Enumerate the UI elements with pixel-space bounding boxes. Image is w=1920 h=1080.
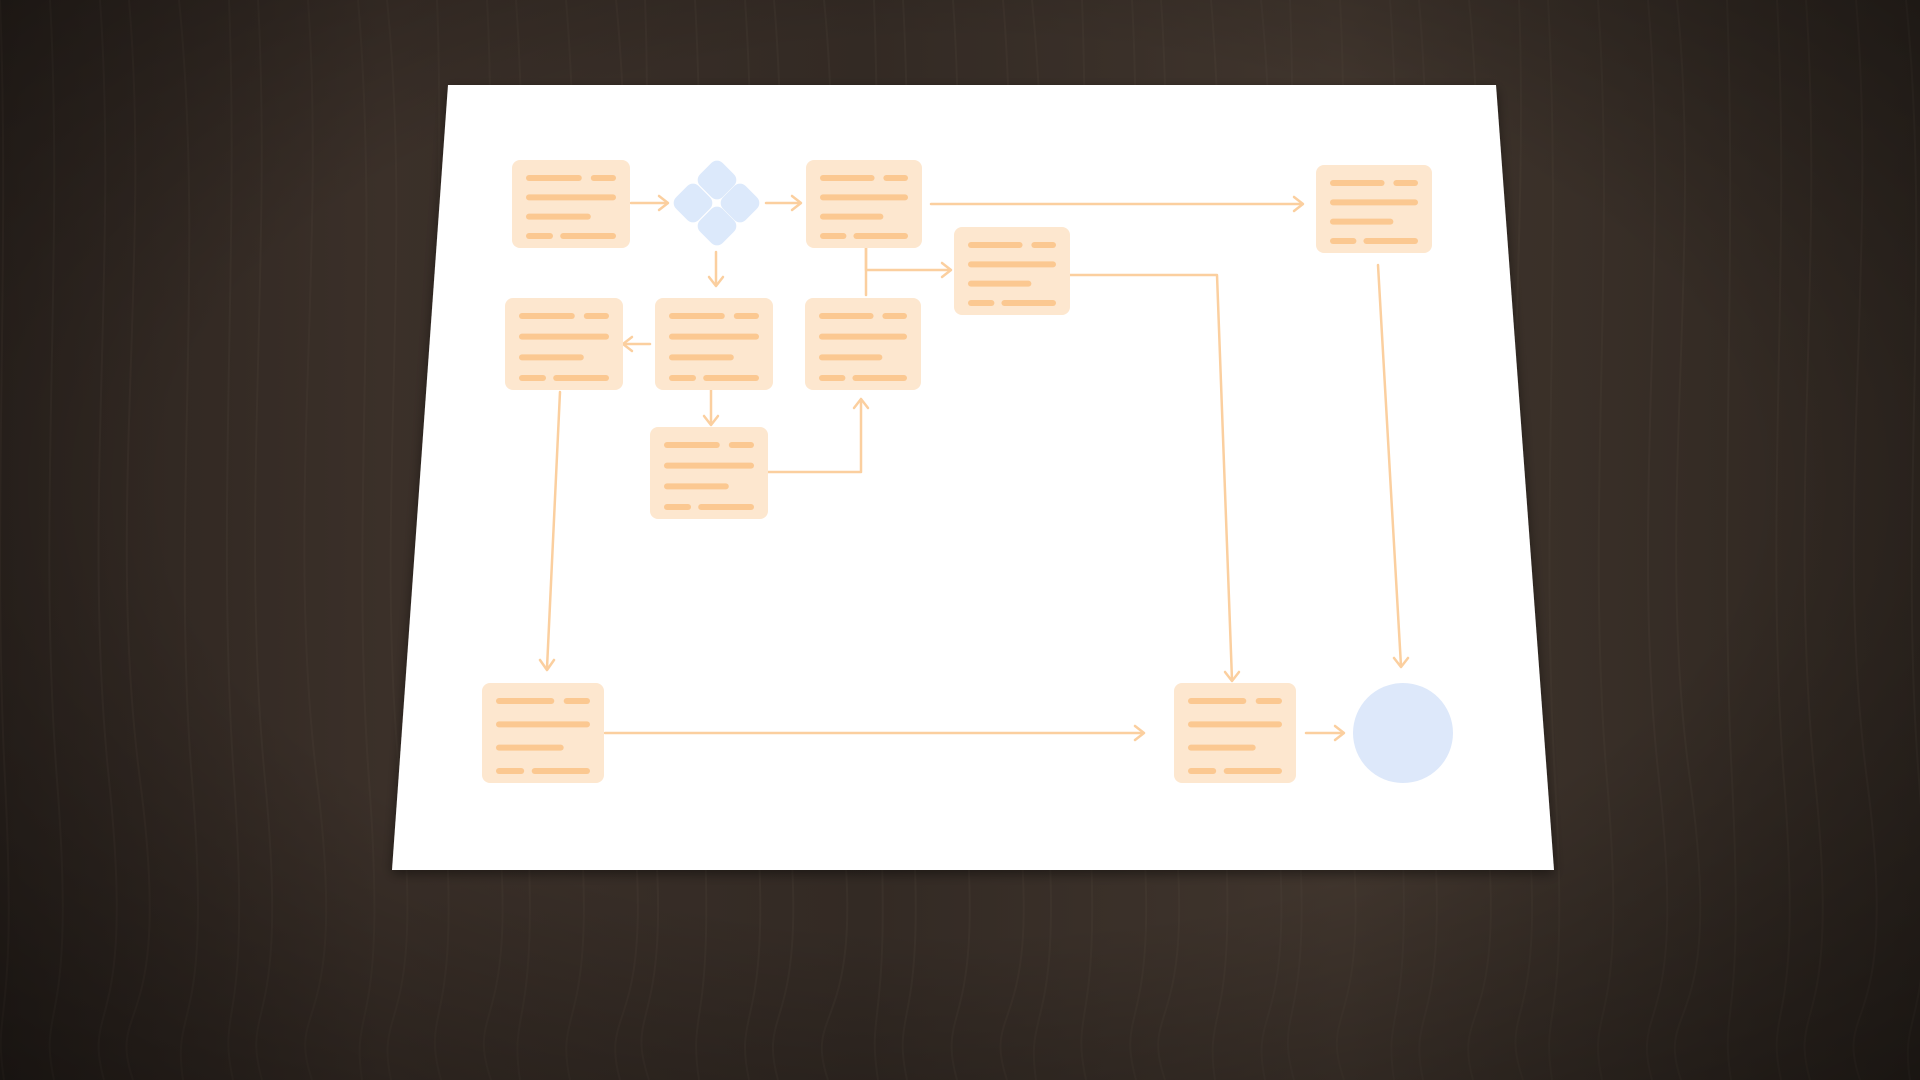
placeholder-text-line [519,333,609,340]
placeholder-text-line [852,375,907,381]
placeholder-text-line [553,375,609,381]
placeholder-text-line [1188,768,1217,774]
placeholder-text-line [1223,768,1282,774]
placeholder-text-line [583,313,609,319]
process-node-after-decision [806,160,922,248]
placeholder-text-line [526,194,616,201]
placeholder-text-line [820,233,847,239]
placeholder-text-line [1393,180,1418,186]
placeholder-text-line [820,194,908,201]
process-node-center [655,298,773,390]
placeholder-text-line [669,375,696,381]
placeholder-text-line [703,375,759,381]
process-node-lower [650,427,768,519]
placeholder-text-line [853,233,908,239]
placeholder-text-line [1188,698,1247,704]
placeholder-text-line [664,462,754,469]
placeholder-text-line [1031,242,1056,248]
process-node-top-right [1316,165,1432,253]
placeholder-text-line [820,213,884,220]
placeholder-text-line [664,504,691,510]
placeholder-text-line [519,375,546,381]
placeholder-text-line [669,313,725,319]
process-node-left [505,298,623,390]
process-node-bottom-right [1174,683,1296,783]
placeholder-text-line [820,175,875,181]
placeholder-text-line [1330,199,1418,206]
process-node-branch [954,227,1070,315]
placeholder-text-line [563,698,590,704]
placeholder-text-line [733,313,759,319]
placeholder-text-line [664,483,729,490]
placeholder-text-line [664,442,720,448]
placeholder-text-line [819,313,874,319]
placeholder-text-line [560,233,616,239]
placeholder-text-line [1255,698,1282,704]
placeholder-text-line [496,744,564,751]
placeholder-text-line [526,175,582,181]
placeholder-text-line [519,313,575,319]
placeholder-text-line [968,280,1032,287]
placeholder-text-line [882,313,907,319]
placeholder-text-line [1330,218,1394,225]
placeholder-text-line [883,175,908,181]
placeholder-text-line [1330,180,1385,186]
placeholder-text-line [669,333,759,340]
placeholder-text-line [496,698,555,704]
process-node-bottom-left [482,683,604,783]
process-node-start [512,160,630,248]
placeholder-text-line [1363,238,1418,244]
placeholder-text-line [1001,300,1056,306]
placeholder-text-line [519,354,584,361]
placeholder-text-line [968,261,1056,268]
placeholder-text-line [669,354,734,361]
placeholder-text-line [496,721,590,728]
placeholder-text-line [590,175,616,181]
placeholder-text-line [819,333,907,340]
placeholder-text-line [698,504,754,510]
placeholder-text-line [531,768,590,774]
placeholder-text-line [1188,744,1256,751]
placeholder-text-line [496,768,525,774]
placeholder-text-line [968,300,995,306]
placeholder-text-line [526,233,553,239]
placeholder-text-line [819,354,883,361]
placeholder-text-line [968,242,1023,248]
placeholder-text-line [526,213,591,220]
end-terminal-circle [1353,683,1453,783]
placeholder-text-line [728,442,754,448]
placeholder-text-line [819,375,846,381]
flowchart-scene [0,0,1920,1080]
placeholder-text-line [1330,238,1357,244]
placeholder-text-line [1188,721,1282,728]
process-node-right-mid [805,298,921,390]
